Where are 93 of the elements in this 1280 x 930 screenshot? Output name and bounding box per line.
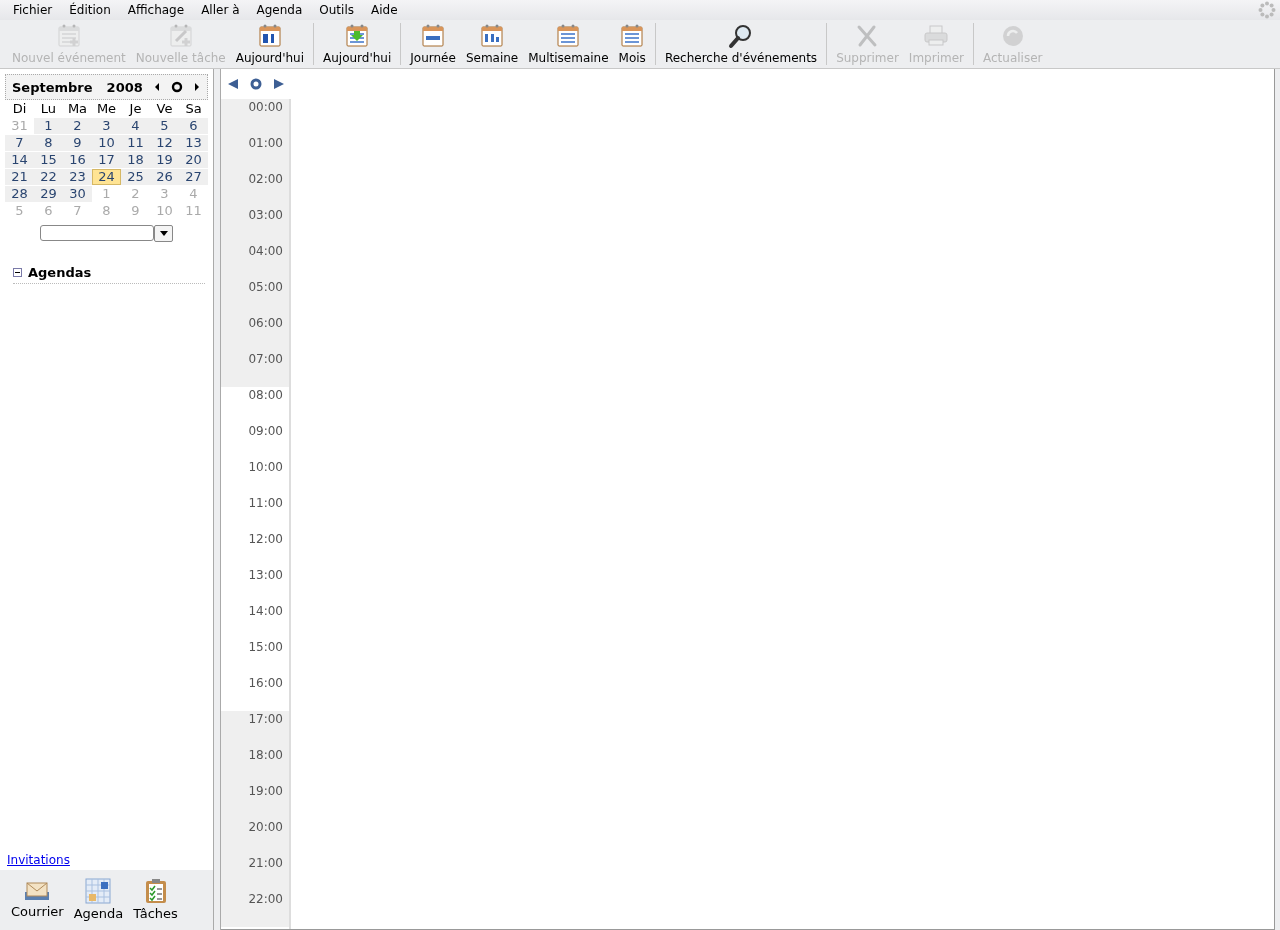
- menu-item[interactable]: Aller à: [194, 3, 250, 17]
- day-cell[interactable]: 17: [92, 152, 121, 168]
- calendar-icon: [256, 23, 283, 49]
- today-icon[interactable]: [250, 78, 262, 90]
- year-label: 2008: [106, 79, 143, 95]
- caret-icon: [159, 231, 168, 236]
- day-cell[interactable]: 27: [179, 169, 208, 185]
- hour-label: 17:00: [221, 711, 289, 747]
- hour-label: 03:00: [221, 207, 289, 243]
- calendar-icon: [619, 23, 646, 49]
- toolbar-button[interactable]: Multisemaine: [523, 21, 614, 67]
- day-cell[interactable]: 22: [34, 169, 63, 185]
- next-day-icon[interactable]: [273, 78, 285, 90]
- hour-label: 00:00: [221, 99, 289, 135]
- calendar-icon: [420, 23, 447, 49]
- weekday-label: Ma: [66, 101, 89, 117]
- day-cell[interactable]: 11: [121, 135, 150, 151]
- menu-item[interactable]: Outils: [312, 3, 364, 17]
- hour-label: 20:00: [221, 819, 289, 855]
- day-cell[interactable]: 8: [34, 135, 63, 151]
- weekday-label: Di: [11, 101, 28, 117]
- menu-item[interactable]: Affichage: [120, 3, 195, 17]
- menu-item[interactable]: Édition: [62, 3, 121, 17]
- day-cell[interactable]: 7: [5, 135, 34, 151]
- day-cell[interactable]: 9: [63, 135, 92, 151]
- day-cell[interactable]: 16: [63, 152, 92, 168]
- clipboard-icon: [143, 878, 168, 904]
- hour-label: 19:00: [221, 783, 289, 819]
- menu-item[interactable]: Aide: [364, 3, 408, 17]
- search-icon: [728, 23, 754, 49]
- calendar-plus-icon: [55, 23, 82, 49]
- day-cell[interactable]: 29: [34, 186, 63, 202]
- weekday-label: Ve: [155, 101, 174, 117]
- day-cell[interactable]: 10: [92, 135, 121, 151]
- day-cell[interactable]: 2: [63, 118, 92, 134]
- day-cell[interactable]: 20: [179, 152, 208, 168]
- day-cell[interactable]: 6: [179, 118, 208, 134]
- toolbar-button[interactable]: Journée: [405, 21, 461, 67]
- weekday-label: Me: [95, 101, 118, 117]
- hour-label: 21:00: [221, 855, 289, 891]
- day-cell[interactable]: 21: [5, 169, 34, 185]
- mode-button[interactable]: Agenda: [68, 878, 129, 922]
- day-cell[interactable]: 24: [92, 169, 121, 185]
- menu-item[interactable]: Fichier: [6, 3, 63, 17]
- hour-label: 07:00: [221, 351, 289, 387]
- toolbar-button[interactable]: Mois: [613, 21, 651, 67]
- mode-button[interactable]: Tâches: [128, 878, 183, 922]
- menu-item[interactable]: Agenda: [249, 3, 313, 17]
- day-cell[interactable]: 23: [63, 169, 92, 185]
- today-icon[interactable]: [170, 81, 183, 93]
- hour-label: 05:00: [221, 279, 289, 315]
- calendar-icon: [85, 878, 112, 904]
- toolbar-button[interactable]: Aujourd'hui: [318, 21, 397, 67]
- day-cell[interactable]: 14: [5, 152, 34, 168]
- pencil-plus-icon: [167, 23, 194, 49]
- weekday-label: Lu: [39, 101, 58, 117]
- day-cell[interactable]: 4: [121, 118, 150, 134]
- hour-label: 02:00: [221, 171, 289, 207]
- invitations-link[interactable]: Invitations: [7, 853, 70, 867]
- dropdown-button[interactable]: [154, 225, 173, 242]
- toolbar-button[interactable]: Aujourd'hui: [230, 21, 309, 67]
- day-cell[interactable]: 12: [150, 135, 179, 151]
- day-cell[interactable]: 30: [63, 186, 92, 202]
- hour-label: 22:00: [221, 891, 289, 927]
- date-field[interactable]: [40, 225, 154, 241]
- day-cell[interactable]: 5: [150, 118, 179, 134]
- day-cell[interactable]: 13: [179, 135, 208, 151]
- calendar-icon: [479, 23, 506, 49]
- day-cell[interactable]: 26: [150, 169, 179, 185]
- hour-label: 01:00: [221, 135, 289, 171]
- collapse-icon[interactable]: [13, 268, 22, 277]
- month-label: Septembre: [12, 79, 93, 95]
- weekday-label: Je: [127, 101, 143, 117]
- toolbar-button[interactable]: Recherche d'événements: [659, 21, 823, 67]
- hour-label: 06:00: [221, 315, 289, 351]
- day-cell[interactable]: 19: [150, 152, 179, 168]
- hour-label: 18:00: [221, 747, 289, 783]
- day-cell[interactable]: 3: [92, 118, 121, 134]
- toolbar-button[interactable]: Semaine: [460, 21, 524, 67]
- agendas-heading: Agendas: [28, 265, 92, 280]
- throbber-icon: [1258, 1, 1276, 19]
- day-cell[interactable]: 1: [34, 118, 63, 134]
- hour-label: 04:00: [221, 243, 289, 279]
- day-cell[interactable]: 15: [34, 152, 63, 168]
- weekday-label: Sa: [184, 101, 203, 117]
- day-cell[interactable]: 28: [5, 186, 34, 202]
- calendar-icon: [555, 23, 582, 49]
- next-month-icon[interactable]: [192, 82, 201, 92]
- day-cell[interactable]: 18: [121, 152, 150, 168]
- mode-button[interactable]: Courrier: [6, 878, 69, 922]
- day-cell[interactable]: 25: [121, 169, 150, 185]
- printer-icon: [923, 23, 950, 49]
- previous-day-icon[interactable]: [227, 78, 239, 90]
